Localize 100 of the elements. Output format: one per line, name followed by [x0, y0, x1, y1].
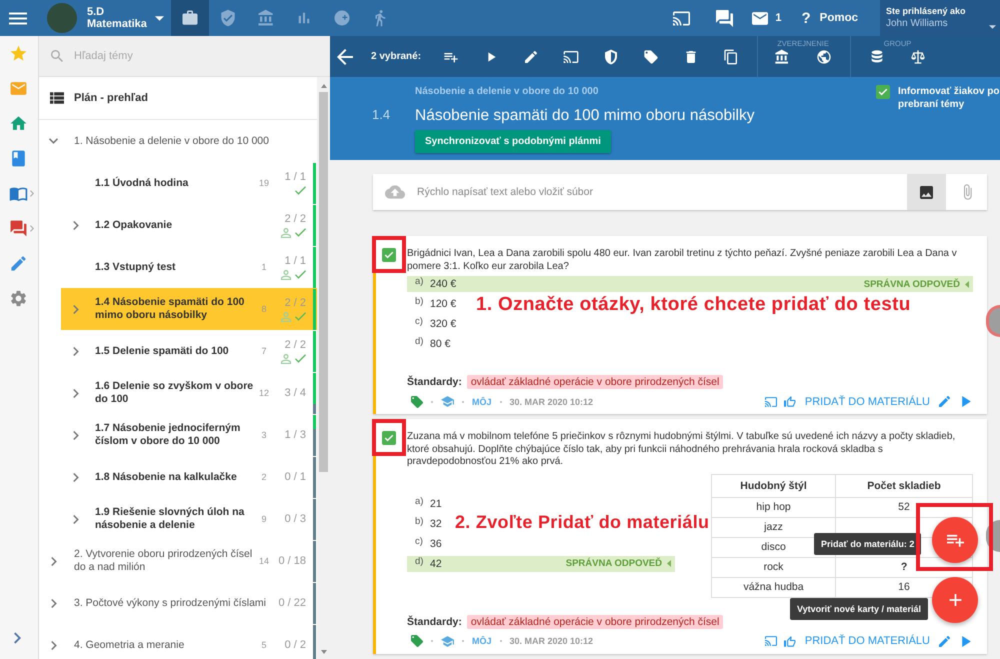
tooltip: Vytvoriť nové karty / materiál: [790, 598, 928, 620]
chevron-right-icon[interactable]: [51, 640, 57, 650]
envelope-icon[interactable]: [9, 79, 28, 98]
tag-icon[interactable]: [643, 48, 660, 64]
chevron-right-icon[interactable]: [73, 430, 79, 440]
caret-left-icon: [965, 280, 969, 288]
search-field[interactable]: Hľadaj témy: [39, 36, 330, 77]
chat-icon[interactable]: [716, 10, 734, 26]
caret-left-icon: [667, 560, 671, 567]
tree-item[interactable]: 3. Počtové výkony s prirodzenými číslami 0 / 22: [39, 582, 317, 624]
home-icon[interactable]: [9, 114, 28, 133]
chevron-right-icon[interactable]: [73, 304, 79, 314]
tree-item[interactable]: 1. Násobenie a delenie v obore do 10 000: [39, 120, 317, 162]
help-button[interactable]: ? Pomoc: [801, 10, 858, 26]
screen-cast-icon[interactable]: [673, 10, 690, 26]
chapter-title: 2. Vytvorenie oboru prirodzených čísel do a nad milión: [74, 548, 254, 574]
user-menu[interactable]: Ste prihlásený ako John Williams: [880, 0, 1000, 36]
lesson-count: 14: [258, 556, 270, 566]
tree-item[interactable]: 2. Vytvorenie oboru prirodzených čísel do a nad milión 14 0 / 18: [39, 540, 317, 582]
pencil-icon[interactable]: [939, 396, 950, 407]
back-arrow-icon[interactable]: [337, 48, 353, 64]
notify-checkbox[interactable]: [876, 85, 890, 99]
chevron-right-icon[interactable]: [51, 556, 57, 566]
globe-icon[interactable]: [816, 49, 832, 65]
thumbs-up-icon[interactable]: [784, 396, 796, 407]
image-button[interactable]: [907, 174, 946, 210]
tag-icon[interactable]: [411, 396, 423, 408]
sync-button[interactable]: Synchronizovať s podobnými plánmi: [415, 130, 611, 153]
lesson-count: 8: [260, 304, 268, 314]
chevron-right-icon[interactable]: [73, 472, 79, 482]
chevron-right-icon[interactable]: [73, 514, 79, 524]
paperclip-icon[interactable]: [964, 184, 972, 200]
class-selector[interactable]: 5.D Matematika: [87, 3, 163, 33]
scale-icon[interactable]: [910, 49, 926, 65]
cast-icon[interactable]: [563, 48, 580, 64]
option-text: 120 €: [430, 298, 456, 310]
graduation-cap-icon[interactable]: [441, 396, 454, 407]
tag-icon[interactable]: [411, 635, 423, 647]
messages-button[interactable]: 1: [752, 12, 782, 24]
tree-item[interactable]: 1.7 Násobenie jednociferným číslom v obore do 10 000 3 1 / 3: [61, 414, 317, 456]
question-checkbox[interactable]: [382, 248, 396, 262]
thumbs-up-icon[interactable]: [784, 636, 796, 646]
chevron-right-icon[interactable]: [73, 346, 79, 356]
scrollbar-thumb[interactable]: [319, 92, 328, 472]
tree-item[interactable]: 4. Geometria a meranie 5 0 / 2: [39, 624, 317, 659]
scrollbar-track[interactable]: [317, 77, 330, 659]
menu-icon[interactable]: [9, 12, 27, 24]
cloud-upload-icon[interactable]: [385, 185, 405, 199]
correct-answer-label: SPRÁVNA ODPOVEĎ: [566, 558, 662, 569]
chat-icon[interactable]: [9, 219, 28, 238]
table-cell: rock: [712, 557, 836, 577]
tree-item[interactable]: 1.9 Riešenie slovných úloh na násobenie a delenie 9 0 / 3: [61, 498, 317, 540]
play-icon[interactable]: [962, 396, 971, 407]
pen-icon[interactable]: [9, 254, 28, 273]
topic-title: 1.5 Delenie spamäti do 100: [95, 344, 230, 358]
tree-item[interactable]: 1.2 Opakovanie 2 / 2: [61, 204, 317, 246]
chevron-down-icon[interactable]: [49, 138, 58, 144]
shield-icon[interactable]: [603, 48, 620, 64]
progress-text: 1 / 1: [284, 171, 306, 184]
cast-icon[interactable]: [764, 636, 777, 646]
option-letter: a): [415, 496, 424, 506]
graduation-cap-icon[interactable]: [441, 636, 454, 646]
quick-input-field[interactable]: Rýchlo napísať text alebo vložiť súbor: [417, 174, 907, 210]
search-input[interactable]: Hľadaj témy: [74, 41, 330, 71]
tree-item[interactable]: 1.6 Delenie so zvyškom v obore do 100 12 3 / 4: [61, 372, 317, 414]
overview-item[interactable]: Plán - prehľad: [39, 77, 317, 120]
copy-icon[interactable]: [723, 48, 740, 64]
pencil-icon[interactable]: [523, 48, 540, 64]
settings-icon[interactable]: [9, 289, 28, 308]
table-cell: hip hop: [712, 497, 836, 517]
question-checkbox[interactable]: [382, 431, 396, 445]
star-icon[interactable]: [9, 44, 28, 63]
tree-item[interactable]: 1.8 Násobenie na kalkulačke 2 0 / 1: [61, 456, 317, 498]
chevron-right-icon[interactable]: [73, 388, 79, 398]
chevron-right-icon[interactable]: [51, 598, 57, 608]
progress-text: 1 / 1: [284, 254, 306, 268]
progress-text: 0 / 18: [278, 554, 306, 568]
cast-icon[interactable]: [764, 396, 777, 406]
chevron-right-icon[interactable]: [73, 220, 79, 230]
tree-item[interactable]: 1.1 Úvodná hodina 19 1 / 1: [61, 162, 317, 204]
option-text: 240 €: [430, 278, 456, 290]
side-panel-handle[interactable]: [986, 305, 1000, 337]
chevron-right-icon[interactable]: [14, 632, 21, 644]
notebook-icon[interactable]: [9, 149, 28, 168]
progress-text: 0 / 1: [284, 470, 306, 484]
pencil-icon[interactable]: [939, 636, 950, 646]
composer-field[interactable]: Rýchlo napísať text alebo vložiť súbor: [373, 174, 987, 210]
tree-item[interactable]: 1.3 Vstupný test 1 1 / 1: [61, 246, 317, 288]
play-icon[interactable]: [962, 636, 971, 646]
option-letter: c): [415, 316, 424, 327]
tree-item[interactable]: 1.4 Násobenie spamäti do 100 mimo oboru násobilky 8 2 / 2: [61, 288, 317, 330]
database-icon[interactable]: [869, 49, 886, 65]
standard-tag: ovládať základné operácie v obore prirodzených čísel: [466, 614, 724, 628]
nav-tab[interactable]: [171, 0, 209, 36]
tree-item[interactable]: 1.5 Delenie spamäti do 100 7 2 / 2: [61, 330, 317, 372]
bank-icon[interactable]: [774, 49, 790, 65]
progress-text: 0 / 3: [284, 512, 306, 526]
option-text: 42: [430, 558, 442, 570]
scroll-down-icon[interactable]: [320, 650, 326, 654]
caret-down-icon: [989, 25, 996, 29]
